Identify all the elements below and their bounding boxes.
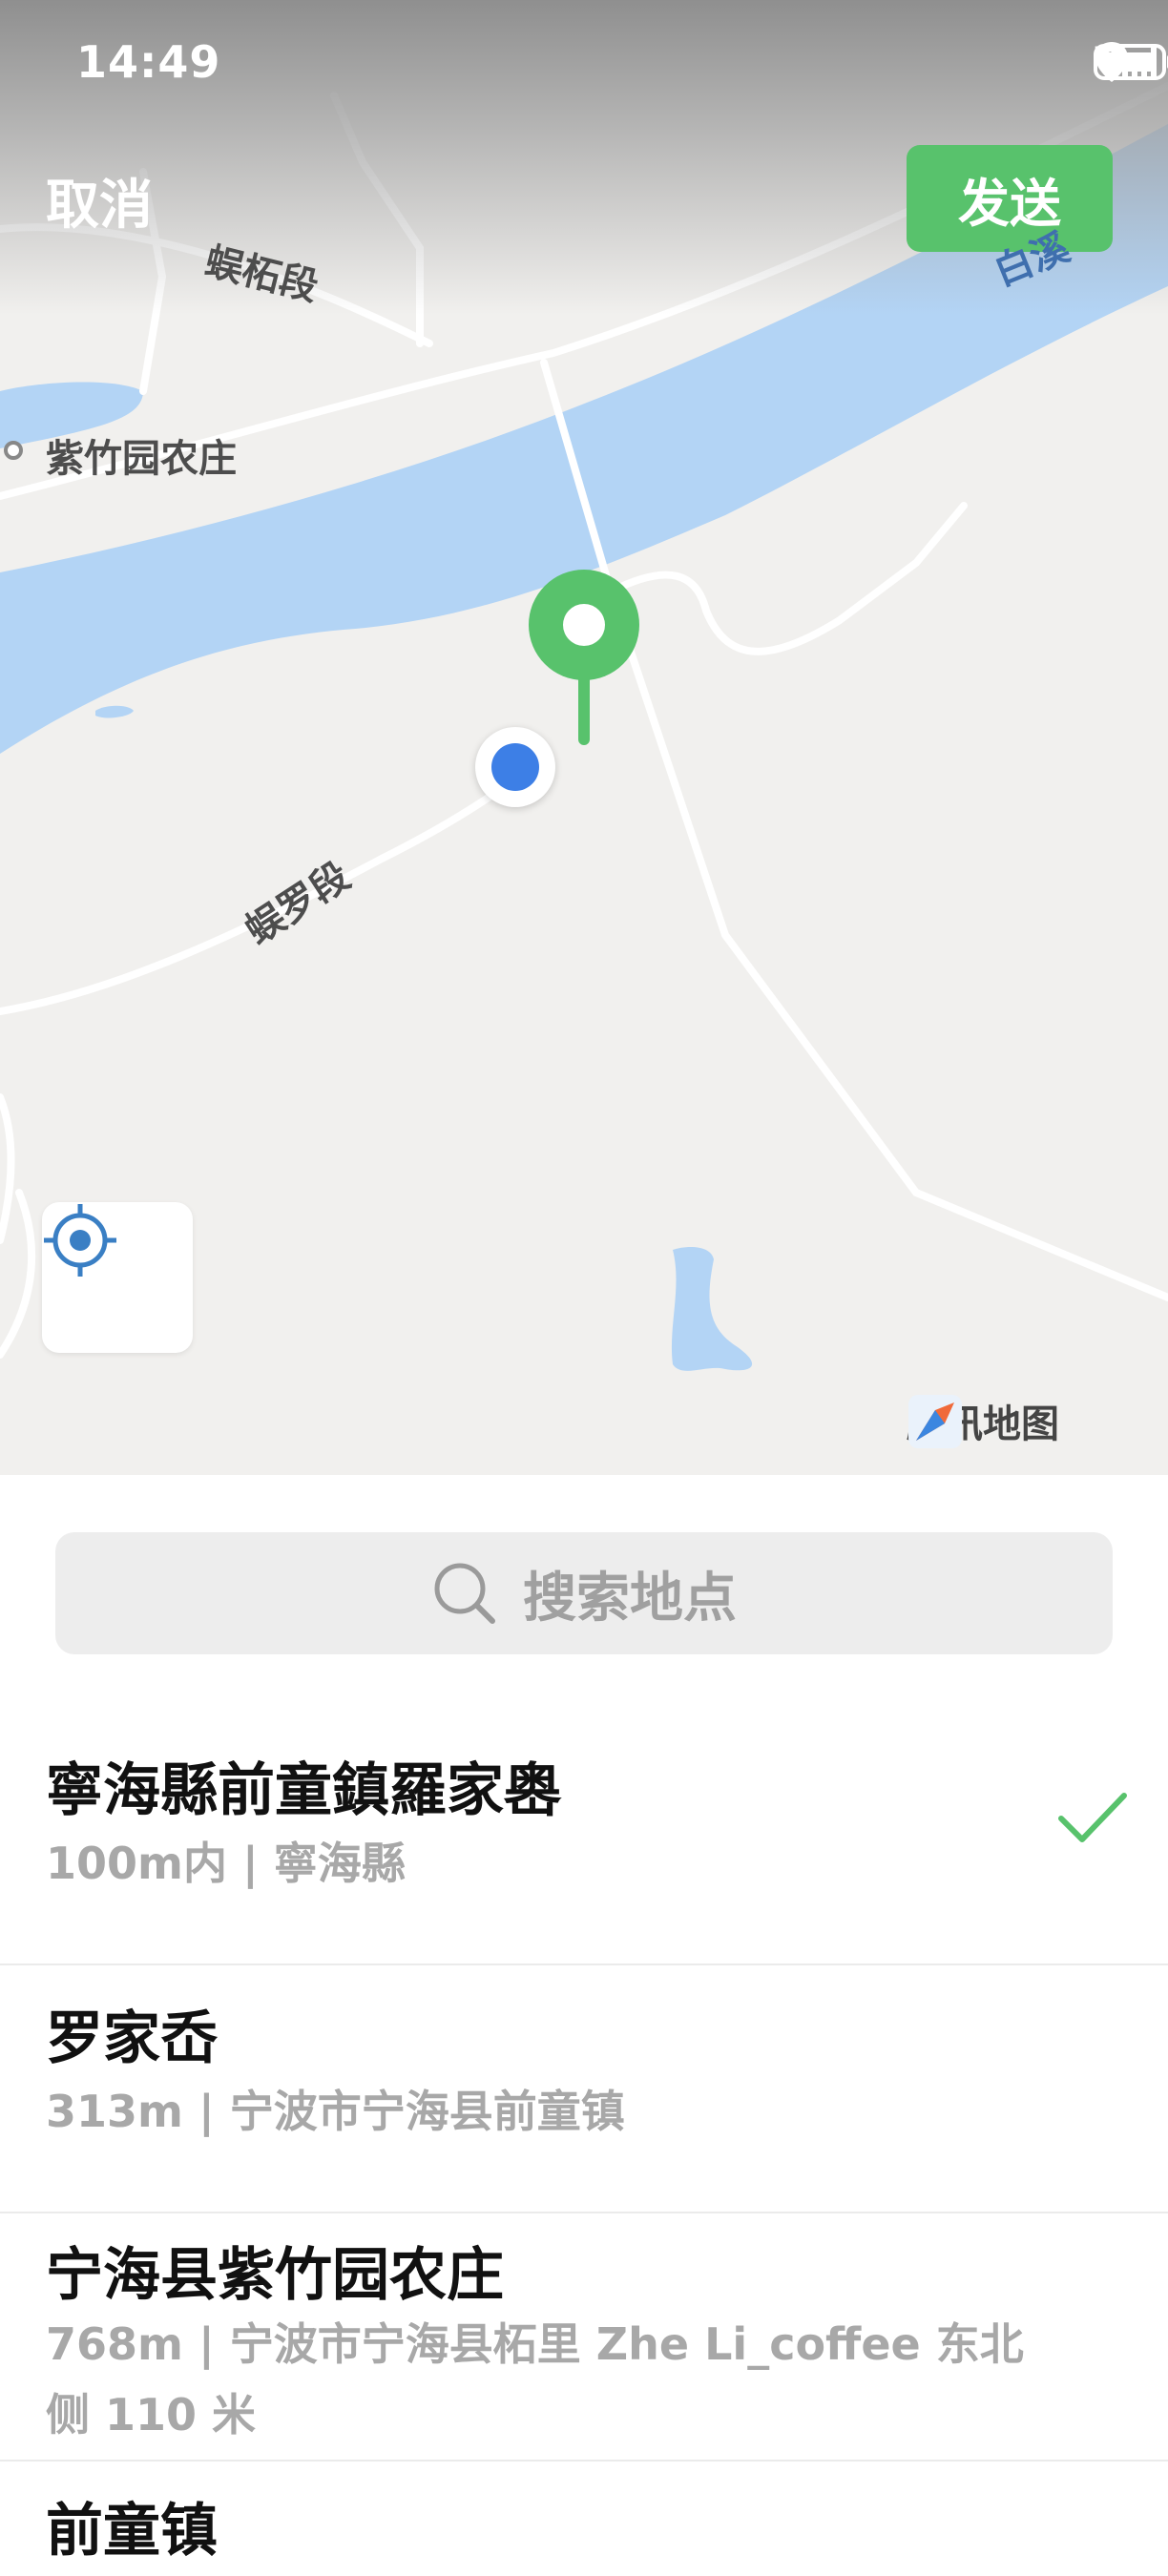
poi-detail: 768m | 宁波市宁海县柘里 Zhe Li_coffee 东北侧 110 米: [46, 2318, 1024, 2441]
poi-name: 前童镇: [46, 2498, 218, 2565]
map-brand: 腾讯地图: [907, 1393, 1059, 1448]
poi-name: 寧海縣前童鎮羅家嶴: [46, 1757, 561, 1824]
poi-name: 宁海县紫竹园农庄: [46, 2242, 504, 2309]
recenter-location-button[interactable]: [42, 1202, 193, 1353]
search-icon: [434, 1563, 495, 1624]
poi-sheet: 搜索地点 寧海縣前童鎮羅家嶴 100m内 | 寧海縣 罗家岙 313m | 宁波…: [0, 1475, 1168, 2576]
poi-item[interactable]: 寧海縣前童鎮羅家嶴 100m内 | 寧海縣: [0, 1717, 1168, 1965]
poi-name: 罗家岙: [46, 2005, 218, 2072]
poi-detail: 313m | 宁波市宁海县前童镇: [46, 2086, 625, 2137]
map-view[interactable]: 14:49 5G 取消 发送 蜈柘段 蜈罗段 紫竹园农庄 白溪 腾讯地图: [0, 0, 1168, 1475]
cancel-button[interactable]: 取消: [46, 162, 153, 239]
battery-icon: [1094, 44, 1168, 80]
search-placeholder: 搜索地点: [523, 1567, 737, 1630]
tencent-map-logo-icon: [908, 1395, 962, 1448]
poi-dot-icon: [4, 441, 23, 460]
status-time: 14:49: [76, 36, 221, 88]
location-pin-icon[interactable]: [525, 568, 643, 749]
checkmark-icon: [1058, 1793, 1127, 1842]
poi-item[interactable]: 宁海县紫竹园农庄 768m | 宁波市宁海县柘里 Zhe Li_coffee 东…: [0, 2213, 1168, 2462]
search-input[interactable]: 搜索地点: [55, 1532, 1113, 1654]
poi-item[interactable]: 前童镇: [0, 2462, 1168, 2576]
poi-item[interactable]: 罗家岙 313m | 宁波市宁海县前童镇: [0, 1965, 1168, 2213]
place-label: 紫竹园农庄: [46, 437, 237, 481]
crosshair-icon: [44, 1204, 116, 1277]
poi-detail: 100m内 | 寧海縣: [46, 1838, 406, 1889]
